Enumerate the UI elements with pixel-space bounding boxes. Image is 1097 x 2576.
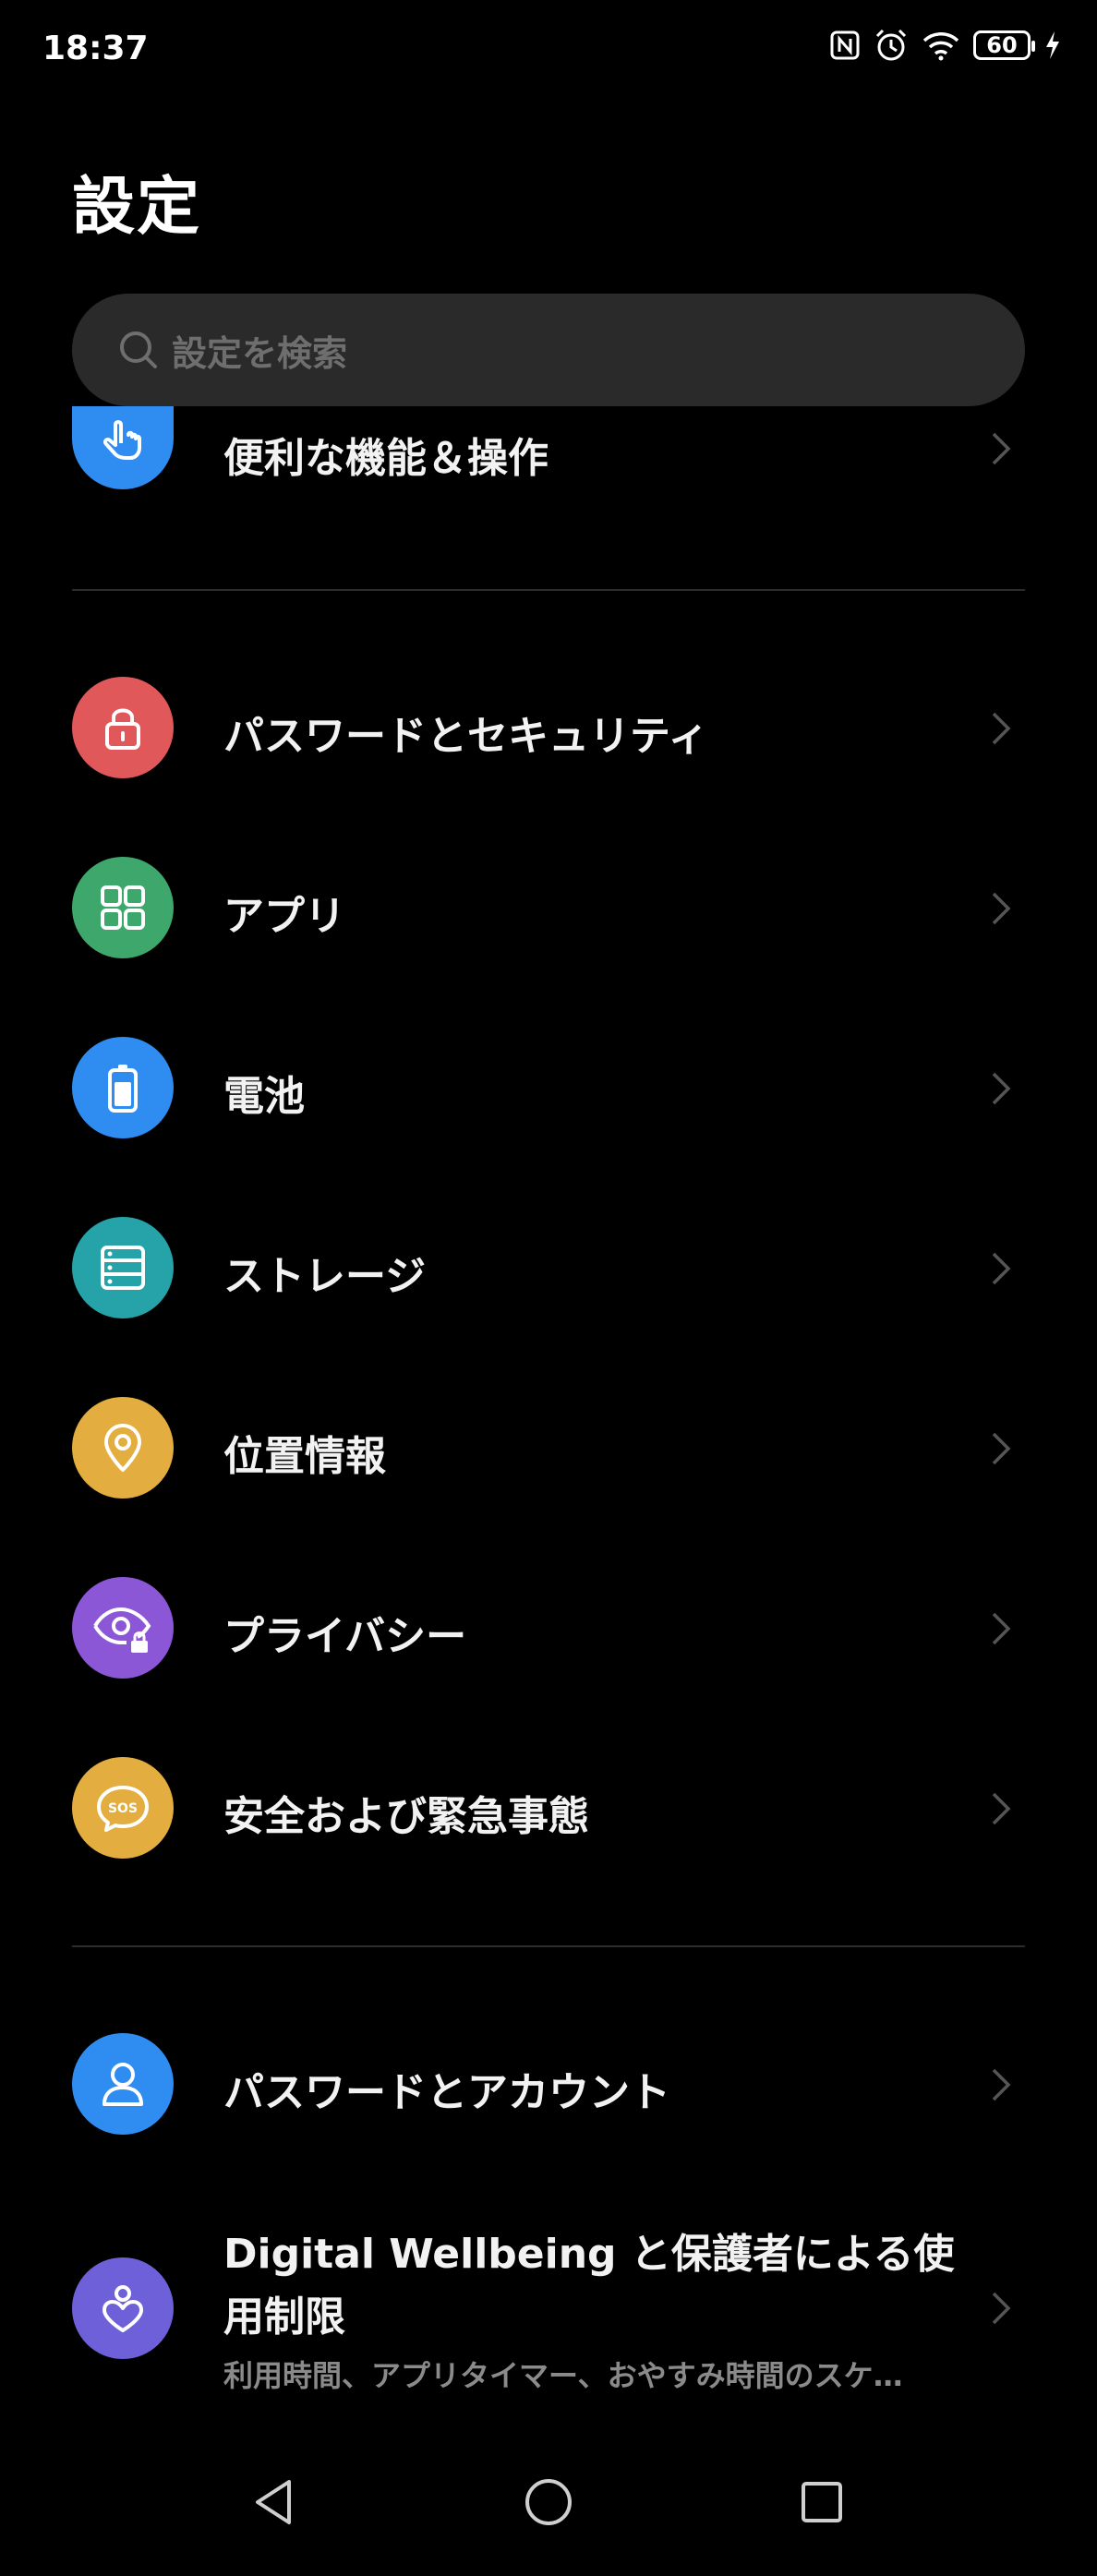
settings-item-label: プライバシー [223,1613,467,1660]
page-title: 設定 [72,171,202,244]
chevron-right-icon [992,1072,1011,1105]
apps-grid-icon [72,857,174,958]
nfc-icon [830,30,860,60]
recents-icon [802,2482,842,2522]
battery-level: 60 [986,32,1018,58]
person-icon [72,2033,174,2135]
wellbeing-heart-icon [72,2257,174,2359]
back-button[interactable] [236,2465,310,2539]
settings-item-label: ストレージ [223,1253,427,1300]
divider [72,1945,1025,1947]
navigation-bar [0,2428,1097,2576]
lock-icon [72,677,174,778]
settings-item-apps[interactable]: アプリ [0,857,1097,958]
settings-item-label: 便利な機能＆操作 [223,435,548,482]
location-pin-icon [72,1397,174,1499]
chevron-right-icon [992,1612,1011,1645]
settings-item-password-security[interactable]: パスワードとセキュリティ [0,677,1097,778]
status-icons: 60 [829,28,1062,63]
settings-item-label: 電池 [223,1073,305,1120]
search-input[interactable]: 設定を検索 [72,294,1025,406]
search-icon [120,331,157,368]
alarm-icon [875,29,907,61]
chevron-right-icon [992,2292,1011,2325]
chevron-right-icon [992,432,1011,465]
chevron-right-icon [992,2068,1011,2101]
settings-item-subtitle: 利用時間、アプリタイマー、おやすみ時間のスケ… [223,2358,903,2393]
recents-button[interactable] [785,2465,859,2539]
battery-indicator: 60 [973,30,1035,60]
chevron-right-icon [992,892,1011,925]
settings-item-label: 位置情報 [223,1433,386,1480]
sos-icon: SOS [72,1757,174,1859]
settings-item-privacy[interactable]: プライバシー [0,1577,1097,1679]
divider [72,589,1025,591]
settings-item-storage[interactable]: ストレージ [0,1217,1097,1318]
storage-icon [72,1217,174,1318]
settings-item-password-accounts[interactable]: パスワードとアカウント [0,2033,1097,2135]
battery-icon [72,1037,174,1138]
svg-text:SOS: SOS [108,1801,138,1816]
settings-item-label: アプリ [223,893,345,940]
settings-item-convenience[interactable]: 便利な機能＆操作 [0,406,1097,508]
settings-item-location[interactable]: 位置情報 [0,1397,1097,1499]
chevron-right-icon [992,712,1011,745]
charging-icon [1046,31,1059,59]
settings-item-battery[interactable]: 電池 [0,1037,1097,1138]
search-placeholder: 設定を検索 [172,332,348,374]
home-icon [525,2479,572,2525]
chevron-right-icon [992,1252,1011,1285]
privacy-eye-icon [72,1577,174,1679]
hand-tap-icon [72,406,174,489]
wifi-icon [922,32,959,61]
settings-item-label: パスワードとアカウント [223,2069,670,2116]
settings-item-label: Digital Wellbeing と保護者による使用制限 [223,2231,955,2341]
status-time: 18:37 [42,30,149,67]
settings-item-label: パスワードとセキュリティ [223,713,709,760]
settings-item-label: 安全および緊急事態 [223,1793,589,1840]
chevron-right-icon [992,1792,1011,1825]
home-button[interactable] [512,2465,585,2539]
back-icon [256,2480,291,2524]
status-bar: 18:37 60 [0,0,1097,102]
chevron-right-icon [992,1432,1011,1465]
settings-item-safety-emergency[interactable]: SOS 安全および緊急事態 [0,1757,1097,1859]
